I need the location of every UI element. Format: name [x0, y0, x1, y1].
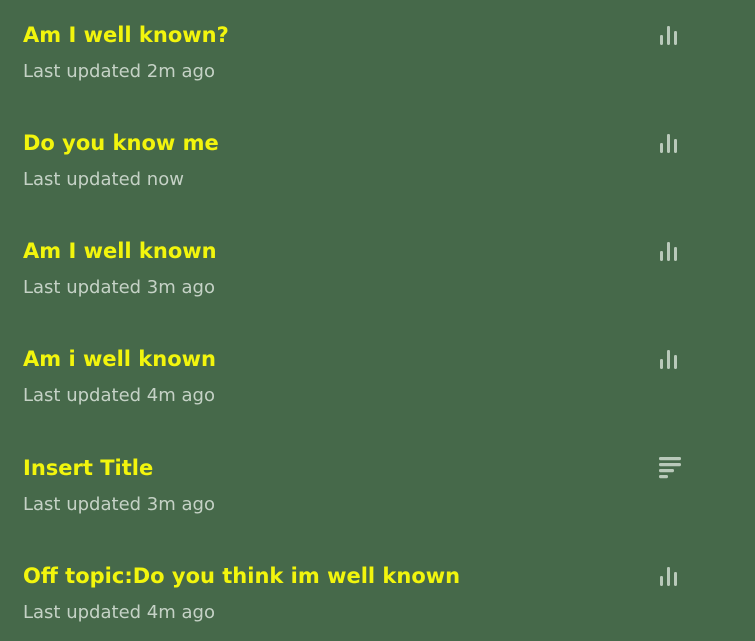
list-item[interactable]: Am i well known Last updated 4m ago — [0, 324, 755, 424]
text-lines-icon[interactable] — [656, 453, 684, 481]
poll-list: Am I well known? Last updated 2m ago Do … — [0, 0, 755, 637]
item-title: Am i well known — [23, 347, 216, 371]
list-item[interactable]: Off topic:Do you think im well known Las… — [0, 541, 755, 641]
item-subtitle: Last updated 4m ago — [23, 602, 215, 623]
item-title: Insert Title — [23, 456, 154, 480]
item-subtitle: Last updated 2m ago — [23, 61, 215, 82]
list-item[interactable]: Am I well known? Last updated 2m ago — [0, 0, 755, 100]
item-subtitle: Last updated now — [23, 169, 184, 190]
item-subtitle: Last updated 3m ago — [23, 494, 215, 515]
item-title: Am I well known — [23, 239, 217, 263]
bar-chart-icon[interactable] — [656, 563, 684, 591]
bar-chart-icon[interactable] — [656, 130, 684, 158]
item-title: Do you know me — [23, 131, 219, 155]
bar-chart-icon[interactable] — [656, 22, 684, 50]
item-title: Off topic:Do you think im well known — [23, 564, 461, 588]
bar-chart-icon[interactable] — [656, 238, 684, 266]
item-subtitle: Last updated 4m ago — [23, 385, 215, 406]
item-title: Am I well known? — [23, 23, 229, 47]
list-item[interactable]: Insert Title Last updated 3m ago — [0, 433, 755, 533]
list-item[interactable]: Am I well known Last updated 3m ago — [0, 216, 755, 316]
list-item[interactable]: Do you know me Last updated now — [0, 108, 755, 208]
bar-chart-icon[interactable] — [656, 346, 684, 374]
item-subtitle: Last updated 3m ago — [23, 277, 215, 298]
